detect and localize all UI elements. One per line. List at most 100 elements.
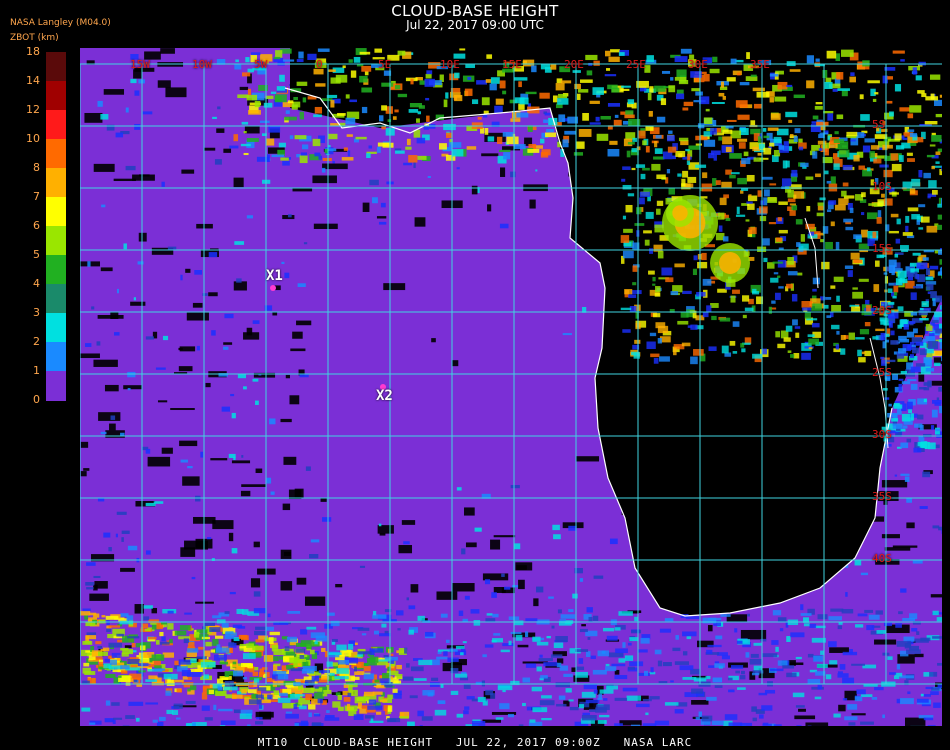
convective-cloud bbox=[445, 92, 449, 99]
convective-cloud bbox=[514, 144, 526, 150]
convective-cloud bbox=[752, 146, 760, 152]
cloud-speckle bbox=[266, 477, 272, 484]
convective-cloud bbox=[275, 50, 283, 58]
convective-cloud bbox=[496, 136, 503, 144]
convective-cloud bbox=[510, 118, 521, 122]
convective-cloud bbox=[656, 116, 666, 123]
cloud-speckle bbox=[326, 661, 333, 667]
convective-cloud bbox=[768, 306, 772, 314]
frontal-cloud bbox=[332, 701, 341, 708]
convective-cloud bbox=[789, 203, 797, 206]
cloud-speckle bbox=[159, 716, 166, 721]
convective-cloud bbox=[891, 163, 902, 172]
cloud-speckle bbox=[595, 707, 607, 713]
cloud-speckle bbox=[163, 673, 178, 680]
cloud-speckle bbox=[906, 401, 913, 410]
cloud-speckle bbox=[730, 665, 744, 669]
cloud-speckle bbox=[926, 284, 934, 291]
convective-cloud bbox=[676, 89, 684, 94]
cloud-speckle bbox=[640, 637, 650, 644]
cloud-speckle bbox=[631, 629, 642, 634]
convective-cloud bbox=[628, 294, 637, 298]
cloud-speckle bbox=[490, 693, 496, 699]
convective-cloud bbox=[827, 209, 832, 213]
cloud-speckle bbox=[907, 691, 911, 695]
convective-cloud bbox=[642, 140, 647, 146]
convective-cloud bbox=[405, 146, 412, 150]
cloud-speckle bbox=[762, 723, 772, 726]
clear-sky-patch bbox=[376, 216, 387, 219]
convective-cloud bbox=[921, 93, 927, 98]
convective-cloud bbox=[759, 216, 767, 222]
convective-cloud bbox=[562, 139, 569, 148]
clear-sky-patch bbox=[335, 583, 343, 588]
cloud-speckle bbox=[256, 716, 263, 720]
producer-label: NASA Langley (M04.0) bbox=[10, 18, 111, 28]
frontal-cloud bbox=[80, 611, 91, 616]
cloud-speckle bbox=[816, 663, 828, 668]
convective-cloud bbox=[692, 268, 698, 276]
convective-cloud bbox=[834, 204, 846, 211]
frontal-cloud bbox=[343, 697, 351, 702]
cloud-speckle bbox=[204, 622, 216, 627]
convective-cloud bbox=[915, 75, 922, 81]
convective-cloud bbox=[834, 131, 839, 135]
cloud-speckle bbox=[510, 484, 520, 489]
convective-cloud bbox=[589, 122, 601, 125]
frontal-cloud bbox=[214, 635, 224, 639]
cloud-speckle bbox=[916, 262, 928, 269]
cloud-speckle bbox=[770, 668, 784, 672]
convective-cloud bbox=[710, 128, 717, 135]
cloud-speckle bbox=[112, 719, 116, 724]
cloud-speckle bbox=[255, 721, 264, 725]
clear-sky-patch bbox=[296, 577, 307, 585]
convective-cloud bbox=[811, 323, 820, 328]
frontal-cloud bbox=[387, 705, 393, 712]
colorbar-segment bbox=[46, 255, 66, 285]
cloud-speckle bbox=[213, 704, 217, 711]
convective-cloud bbox=[811, 303, 822, 311]
convective-cloud bbox=[756, 91, 770, 98]
frontal-cloud bbox=[247, 689, 257, 694]
convective-cloud bbox=[858, 165, 865, 170]
convective-cloud bbox=[833, 139, 845, 144]
convective-cloud bbox=[721, 181, 732, 188]
cloud-speckle bbox=[606, 685, 618, 690]
convective-cloud bbox=[687, 176, 697, 183]
convective-cloud bbox=[777, 343, 786, 349]
convective-cloud bbox=[907, 129, 915, 133]
cloud-speckle bbox=[578, 704, 585, 709]
convective-cloud bbox=[807, 334, 815, 338]
cloud-speckle bbox=[96, 341, 101, 346]
cloud-speckle bbox=[749, 658, 762, 665]
convective-cloud bbox=[774, 292, 781, 300]
frontal-cloud bbox=[374, 679, 380, 683]
cloud-speckle bbox=[897, 270, 907, 278]
cloud-speckle bbox=[707, 644, 722, 648]
cloud-speckle bbox=[851, 663, 866, 666]
convective-cloud bbox=[739, 82, 750, 86]
cloud-speckle bbox=[525, 631, 529, 638]
cloud-speckle bbox=[279, 692, 288, 697]
frontal-cloud bbox=[167, 623, 174, 630]
convective-cloud bbox=[775, 331, 781, 338]
convective-cloud bbox=[771, 300, 776, 304]
convective-cloud bbox=[691, 88, 701, 92]
cloud-speckle bbox=[675, 635, 679, 640]
cloud-speckle bbox=[842, 677, 855, 684]
frontal-cloud bbox=[98, 619, 106, 624]
convective-cloud bbox=[725, 217, 731, 222]
cloud-speckle bbox=[285, 711, 293, 714]
convective-cloud bbox=[837, 88, 850, 91]
cloud-speckle bbox=[618, 611, 633, 616]
clear-sky-patch bbox=[362, 202, 370, 212]
cloud-speckle bbox=[269, 418, 276, 425]
cloud-speckle bbox=[436, 656, 448, 660]
convective-cloud bbox=[557, 98, 569, 105]
convective-cloud bbox=[715, 180, 721, 185]
convective-cloud bbox=[841, 145, 847, 148]
convective-cloud bbox=[830, 221, 835, 227]
cloud-speckle bbox=[593, 615, 599, 621]
convective-cloud bbox=[503, 152, 511, 160]
cloud-speckle bbox=[711, 720, 724, 726]
